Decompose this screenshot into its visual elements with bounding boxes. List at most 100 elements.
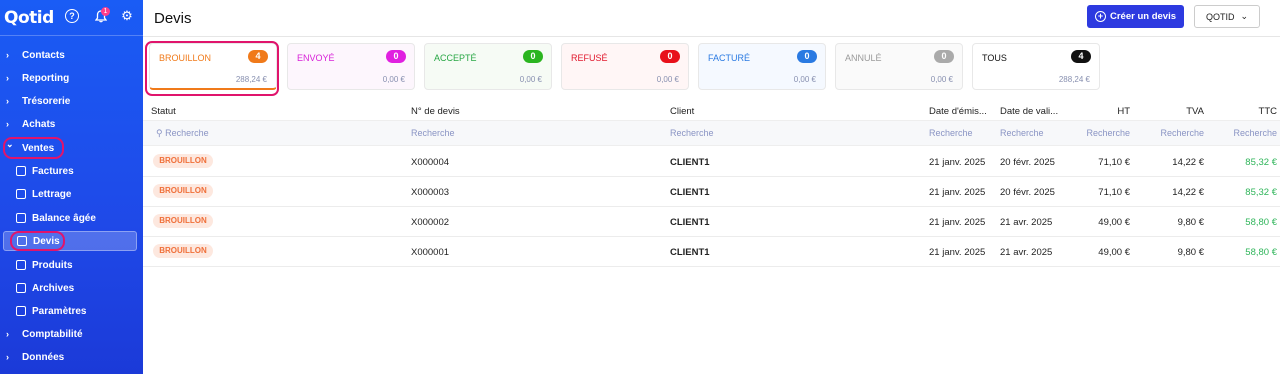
column-header-tva[interactable]: TVA <box>1150 106 1204 117</box>
status-card-refusé[interactable]: REFUSÉ 0 0,00 € <box>561 43 689 90</box>
status-card-amount: 0,00 € <box>656 75 679 84</box>
status-card-amount: 0,00 € <box>382 75 405 84</box>
cell-tva: 9,80 € <box>1177 217 1204 228</box>
filter-placeholder: Recherche <box>1086 128 1130 138</box>
cell-quote-number[interactable]: X000002 <box>411 217 511 228</box>
cell-quote-number[interactable]: X000003 <box>411 187 511 198</box>
cell-issue-date: 21 janv. 2025 <box>929 157 986 168</box>
sidebar-item-label: Balance âgée <box>32 212 96 224</box>
filter-input-status[interactable]: ⚲ Recherche <box>156 128 256 139</box>
gear-icon[interactable]: ⚙ <box>120 8 134 23</box>
status-card-amount: 0,00 € <box>930 75 953 84</box>
status-count-badge: 0 <box>523 50 543 63</box>
column-header-validity-date[interactable]: Date de vali... <box>1000 106 1060 117</box>
filter-input-issue-date[interactable]: Recherche <box>929 128 989 138</box>
filter-input-client[interactable]: Recherche <box>670 128 770 138</box>
status-count-badge: 0 <box>386 50 406 63</box>
page-title: Devis <box>154 10 192 27</box>
search-icon: ⚲ <box>156 128 166 138</box>
chevron-right-icon: › <box>6 329 9 339</box>
cell-ht: 49,00 € <box>1098 217 1130 228</box>
sidebar-item-données[interactable]: › Données <box>0 347 143 367</box>
sidebar-item-label: Lettrage <box>32 188 72 200</box>
sidebar: Qotid ? 1 ⚙ › Contacts › Reporting › Trésorer… <box>0 0 143 374</box>
cell-client: CLIENT1 <box>670 157 710 168</box>
filter-input-ttc[interactable]: Recherche <box>1220 128 1277 138</box>
devis-highlight-circle <box>10 231 65 251</box>
gear-icon <box>16 306 26 316</box>
sidebar-item-archives[interactable]: Archives <box>0 278 143 298</box>
column-header-ht[interactable]: HT <box>1080 106 1130 117</box>
filter-placeholder: Recherche <box>1000 128 1044 138</box>
status-badge: BROUILLON <box>153 154 213 168</box>
company-selector[interactable]: QOTID ⌄ <box>1194 5 1260 28</box>
cell-validity-date: 20 févr. 2025 <box>1000 187 1055 198</box>
sidebar-item-balance-âgée[interactable]: Balance âgée <box>0 208 143 228</box>
cell-ht: 71,10 € <box>1098 187 1130 198</box>
sidebar-item-factures[interactable]: Factures <box>0 161 143 181</box>
status-card-accepté[interactable]: ACCEPTÉ 0 0,00 € <box>424 43 552 90</box>
column-header-status[interactable]: Statut <box>151 106 251 117</box>
cell-validity-date: 21 avr. 2025 <box>1000 217 1053 228</box>
sidebar-item-reporting[interactable]: › Reporting <box>0 68 143 88</box>
chevron-right-icon: › <box>6 73 9 83</box>
sidebar-item-label: Contacts <box>22 49 65 61</box>
cell-ttc: 58,80 € <box>1245 247 1277 258</box>
help-icon[interactable]: ? <box>65 9 79 23</box>
plus-circle-icon: + <box>1095 11 1106 22</box>
cell-client: CLIENT1 <box>670 217 710 228</box>
filter-input-tva[interactable]: Recherche <box>1150 128 1204 138</box>
sidebar-item-label: Produits <box>32 259 73 271</box>
status-card-label: REFUSÉ <box>571 53 608 63</box>
status-count-badge: 0 <box>797 50 817 63</box>
cell-validity-date: 21 avr. 2025 <box>1000 247 1053 258</box>
create-quote-button[interactable]: + Créer un devis <box>1087 5 1184 28</box>
status-card-envoyé[interactable]: ENVOYÉ 0 0,00 € <box>287 43 415 90</box>
status-card-label: ENVOYÉ <box>297 53 335 63</box>
sidebar-item-comptabilité[interactable]: › Comptabilité <box>0 324 143 344</box>
filter-input-validity-date[interactable]: Recherche <box>1000 128 1060 138</box>
status-card-annulé[interactable]: ANNULÉ 0 0,00 € <box>835 43 963 90</box>
chevron-down-icon: ⌄ <box>1240 11 1249 21</box>
box-icon <box>16 260 26 270</box>
sidebar-item-achats[interactable]: › Achats <box>0 114 143 134</box>
chevron-right-icon: › <box>6 352 9 362</box>
cell-client: CLIENT1 <box>670 247 710 258</box>
cell-quote-number[interactable]: X000004 <box>411 157 511 168</box>
column-header-client[interactable]: Client <box>670 106 770 117</box>
cell-client: CLIENT1 <box>670 187 710 198</box>
filter-input-quote-number[interactable]: Recherche <box>411 128 511 138</box>
status-card-label: ACCEPTÉ <box>434 53 477 63</box>
filter-input-ht[interactable]: Recherche <box>1080 128 1130 138</box>
sidebar-item-label: Archives <box>32 282 75 294</box>
status-card-facturé[interactable]: FACTURÉ 0 0,00 € <box>698 43 826 90</box>
app-logo[interactable]: Qotid <box>4 8 54 28</box>
status-card-tous[interactable]: TOUS 4 288,24 € <box>972 43 1100 90</box>
sidebar-item-label: Données <box>22 351 65 363</box>
create-quote-label: Créer un devis <box>1110 11 1176 22</box>
sidebar-item-paramètres[interactable]: Paramètres <box>0 301 143 321</box>
sidebar-item-produits[interactable]: Produits <box>0 255 143 275</box>
status-badge: BROUILLON <box>153 184 213 198</box>
status-card-amount: 0,00 € <box>519 75 542 84</box>
sidebar-item-contacts[interactable]: › Contacts <box>0 45 143 65</box>
cell-tva: 9,80 € <box>1177 247 1204 258</box>
filter-placeholder: Recherche <box>165 128 209 138</box>
sidebar-item-label: Trésorerie <box>22 95 71 107</box>
sidebar-item-lettrage[interactable]: Lettrage <box>0 184 143 204</box>
cell-validity-date: 20 févr. 2025 <box>1000 157 1055 168</box>
ventes-highlight-circle <box>3 137 64 159</box>
cell-quote-number[interactable]: X000001 <box>411 247 511 258</box>
archive-icon <box>16 283 26 293</box>
cell-ttc: 85,32 € <box>1245 187 1277 198</box>
cell-issue-date: 21 janv. 2025 <box>929 187 986 198</box>
sidebar-item-label: Reporting <box>22 72 70 84</box>
column-header-quote-number[interactable]: N° de devis <box>411 106 511 117</box>
sidebar-item-label: Comptabilité <box>22 328 83 340</box>
column-header-ttc[interactable]: TTC <box>1220 106 1277 117</box>
chevron-right-icon: › <box>6 119 9 129</box>
column-header-issue-date[interactable]: Date d'émis... <box>929 106 989 117</box>
chevron-right-icon: › <box>6 96 9 106</box>
cell-issue-date: 21 janv. 2025 <box>929 247 986 258</box>
sidebar-item-trésorerie[interactable]: › Trésorerie <box>0 91 143 111</box>
